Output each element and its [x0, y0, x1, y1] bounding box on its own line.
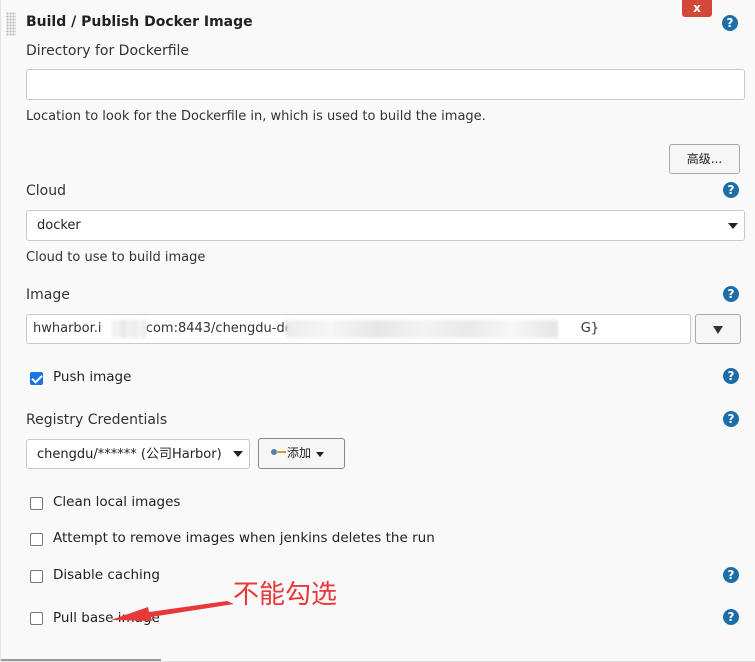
push-image-help-icon[interactable]: ?: [723, 368, 739, 384]
registry-help-icon[interactable]: ?: [723, 411, 739, 427]
remove-images-label[interactable]: Attempt to remove images when jenkins de…: [53, 530, 435, 546]
image-label: Image: [26, 287, 70, 303]
cloud-select[interactable]: docker: [26, 210, 745, 241]
registry-label: Registry Credentials: [26, 412, 168, 428]
redaction-blur: [286, 320, 558, 338]
registry-selected-value: chengdu/****** (公司Harbor): [37, 447, 222, 462]
disable-caching-checkbox[interactable]: [30, 570, 43, 583]
caret-down-icon: [316, 452, 324, 457]
add-credentials-button[interactable]: 添加: [258, 438, 345, 469]
docker-build-panel: Build / Publish Docker Image x ? Directo…: [0, 0, 755, 662]
chevron-down-icon: [233, 451, 243, 457]
registry-credentials-select[interactable]: chengdu/****** (公司Harbor): [26, 439, 250, 469]
dockerfile-description: Location to look for the Dockerfile in, …: [26, 109, 486, 124]
cloud-label: Cloud: [26, 183, 66, 199]
pull-base-help-icon[interactable]: ?: [723, 609, 739, 625]
chevron-down-icon: [728, 222, 738, 229]
image-dropdown-button[interactable]: [695, 314, 741, 344]
annotation-text: 不能勾选: [233, 580, 338, 610]
key-icon-shaft: [276, 451, 286, 453]
dockerfile-input[interactable]: [26, 69, 745, 100]
section-title: Build / Publish Docker Image: [26, 14, 253, 30]
image-value-middle: com:8443/chengdu-dev: [145, 321, 301, 336]
delete-step-button[interactable]: x: [682, 0, 712, 17]
dockerfile-label: Directory for Dockerfile: [26, 43, 190, 59]
image-help-icon[interactable]: ?: [723, 286, 739, 302]
push-image-label[interactable]: Push image: [53, 369, 131, 385]
cloud-description: Cloud to use to build image: [26, 250, 206, 265]
pull-base-image-checkbox[interactable]: [30, 612, 43, 625]
add-label: 添加: [287, 446, 312, 460]
redaction-blur: [112, 320, 146, 338]
image-value-suffix: G}: [580, 321, 600, 336]
image-value-prefix: hwharbor.i: [33, 321, 102, 336]
cloud-selected-value: docker: [37, 218, 81, 233]
clean-local-images-checkbox[interactable]: [30, 497, 43, 510]
disable-caching-help-icon[interactable]: ?: [723, 567, 739, 583]
disable-caching-label[interactable]: Disable caching: [53, 567, 160, 583]
clean-local-images-label[interactable]: Clean local images: [53, 494, 180, 510]
remove-images-checkbox[interactable]: [30, 533, 43, 546]
drag-handle[interactable]: [6, 12, 16, 36]
advanced-button[interactable]: 高级...: [669, 144, 740, 174]
cloud-help-icon[interactable]: ?: [723, 182, 739, 198]
help-icon[interactable]: ?: [722, 15, 738, 31]
push-image-checkbox[interactable]: [30, 372, 43, 385]
annotation-arrow: [111, 601, 234, 621]
caret-down-icon: [713, 326, 723, 334]
scrollbar-hint: [1, 659, 161, 661]
